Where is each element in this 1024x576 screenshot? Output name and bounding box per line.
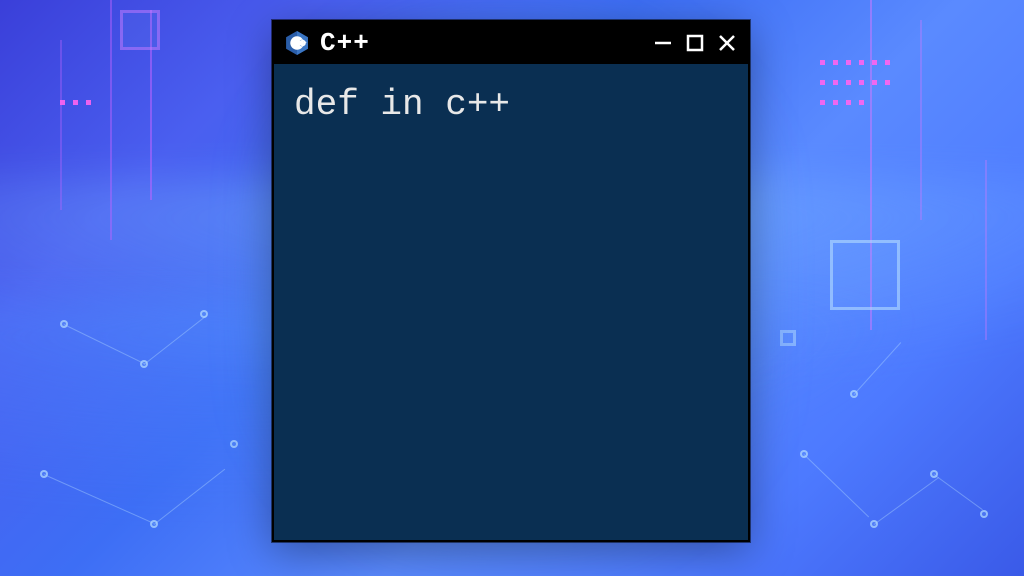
close-icon xyxy=(717,33,737,53)
app-window: C++ def in c++ xyxy=(272,20,750,542)
window-controls xyxy=(652,32,738,54)
close-button[interactable] xyxy=(716,32,738,54)
minimize-icon xyxy=(653,33,673,53)
editor-content[interactable]: def in c++ xyxy=(274,64,748,145)
minimize-button[interactable] xyxy=(652,32,674,54)
maximize-icon xyxy=(685,33,705,53)
titlebar[interactable]: C++ xyxy=(274,22,748,64)
maximize-button[interactable] xyxy=(684,32,706,54)
cpp-logo-icon xyxy=(284,30,310,56)
window-title: C++ xyxy=(320,28,642,58)
